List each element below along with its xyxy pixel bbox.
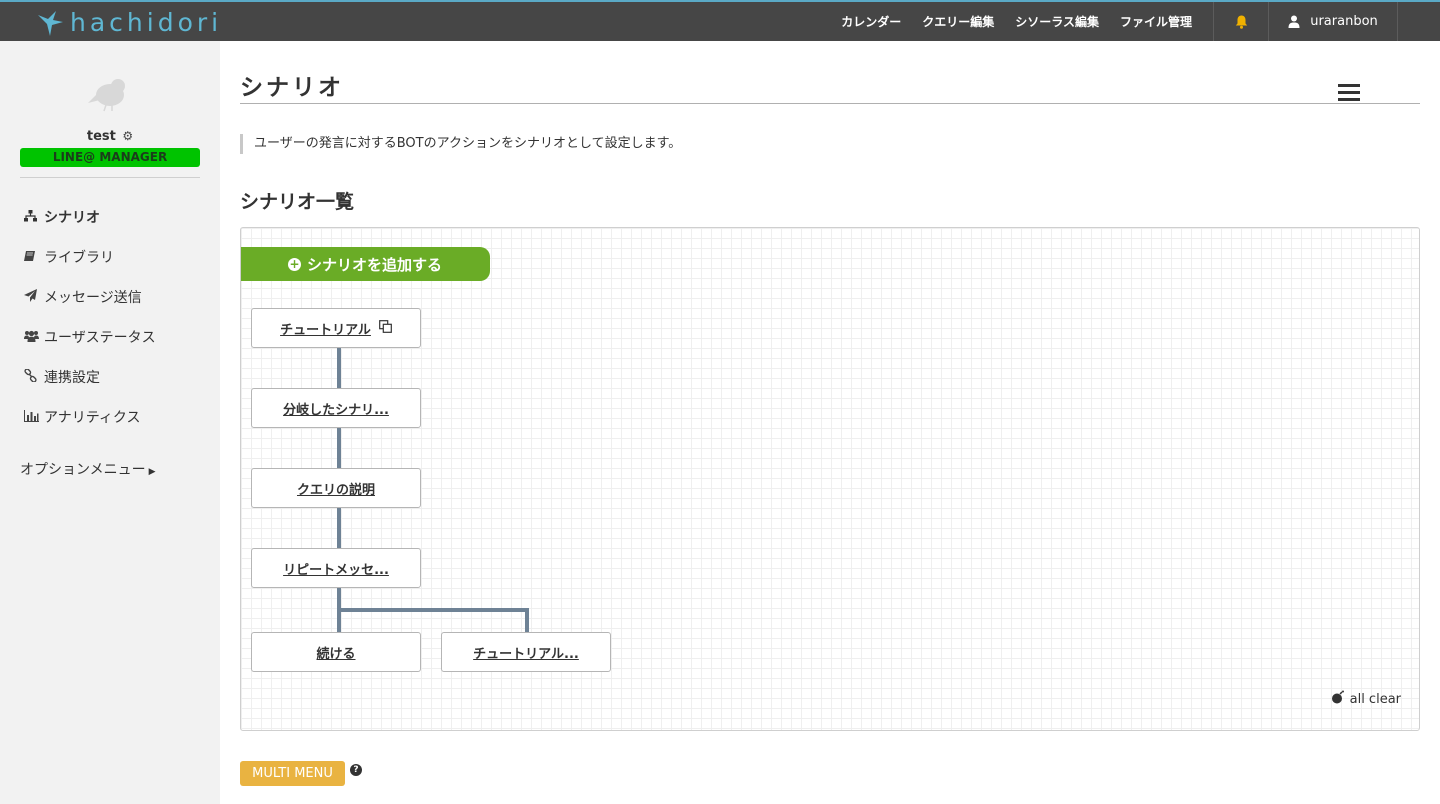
scenario-node[interactable]: リピートメッセ... (251, 548, 421, 588)
scenario-node[interactable]: クエリの説明 (251, 468, 421, 508)
scenario-node[interactable]: 分岐したシナリ... (251, 388, 421, 428)
user-icon (1288, 15, 1300, 28)
add-scenario-label: シナリオを追加する (306, 255, 442, 274)
sidebar-item-library[interactable]: ライブラリ (24, 237, 214, 277)
sidebar-item-label: ユーザステータス (44, 330, 156, 346)
flow-connector (337, 608, 529, 612)
top-navbar: hachidori カレンダー クエリー編集 シソーラス編集 ファイル管理 ur… (0, 0, 1440, 41)
sidebar-item-user-status[interactable]: ユーザステータス (24, 317, 214, 357)
hamburger-menu-icon[interactable] (1338, 84, 1360, 103)
sidebar-item-label: 連携設定 (44, 370, 100, 386)
multi-menu-button[interactable]: MULTI MENU (240, 761, 345, 786)
sitemap-icon (24, 209, 44, 225)
flow-connector (337, 508, 341, 548)
scenario-flow-canvas: + シナリオを追加する チュートリアル 分岐したシナリ... クエリの説明 リピ… (240, 227, 1420, 731)
nav-thesaurus-edit[interactable]: シソーラス編集 (1015, 13, 1099, 30)
sidebar-item-analytics[interactable]: アナリティクス (24, 397, 214, 437)
notification-button[interactable] (1214, 2, 1268, 41)
username-label: uraranbon (1310, 14, 1378, 29)
sidebar-divider (20, 177, 200, 178)
all-clear-label: all clear (1349, 691, 1401, 707)
copy-icon[interactable] (379, 319, 392, 337)
bar-chart-icon (24, 409, 44, 425)
book-icon (24, 250, 44, 265)
flow-connector (525, 608, 529, 632)
scenario-node[interactable]: 続ける (251, 632, 421, 672)
scenario-node[interactable]: チュートリアル... (441, 632, 611, 672)
question-circle-icon[interactable]: ? (350, 764, 362, 776)
nav-query-edit[interactable]: クエリー編集 (922, 13, 994, 30)
page-title: シナリオ (240, 75, 344, 101)
scenario-node[interactable]: チュートリアル (251, 308, 421, 348)
flow-connector (337, 428, 341, 468)
bell-icon (1235, 15, 1247, 29)
flow-connector (337, 348, 341, 388)
bird-avatar-icon (88, 79, 125, 112)
sidebar-item-scenario[interactable]: シナリオ (24, 197, 214, 237)
top-nav-links: カレンダー クエリー編集 シソーラス編集 ファイル管理 uraranbon (841, 2, 1440, 41)
sidebar-item-label: アナリティクス (44, 410, 141, 426)
sidebar-item-send-message[interactable]: メッセージ送信 (24, 277, 214, 317)
caret-right-icon: ▶ (148, 467, 156, 477)
gear-icon[interactable]: ⚙ (122, 129, 133, 143)
scenario-node-label: チュートリアル (280, 322, 371, 338)
sidebar-item-label: シナリオ (44, 210, 100, 226)
add-scenario-button[interactable]: + シナリオを追加する (241, 247, 490, 281)
brand-logo[interactable]: hachidori (36, 5, 222, 39)
users-icon (24, 330, 44, 345)
all-clear-button[interactable]: all clear (1331, 690, 1401, 708)
link-icon (24, 368, 44, 385)
sidebar: test ⚙ LINE@ MANAGER シナリオ ライブラリ メッセージ送信 (0, 41, 220, 804)
page-description: ユーザーの発言に対するBOTのアクションをシナリオとして設定します。 (240, 134, 681, 154)
hummingbird-logo-icon (38, 11, 63, 36)
user-menu[interactable]: uraranbon (1269, 2, 1397, 41)
paper-plane-icon (24, 289, 44, 305)
nav-file-management[interactable]: ファイル管理 (1120, 13, 1192, 30)
section-title: シナリオ一覧 (240, 191, 355, 213)
plus-circle-icon: + (287, 256, 301, 271)
option-menu-label: オプションメニュー (20, 462, 146, 478)
sidebar-item-label: メッセージ送信 (44, 290, 142, 306)
brand-name: hachidori (70, 7, 223, 37)
option-menu-toggle[interactable]: オプションメニュー ▶ (20, 459, 156, 479)
title-divider (240, 103, 1420, 104)
nav-calendar[interactable]: カレンダー (841, 13, 901, 30)
sidebar-item-integration[interactable]: 連携設定 (24, 357, 214, 397)
sidebar-nav: シナリオ ライブラリ メッセージ送信 ユーザステータス 連携設定 アナリティクス (24, 197, 214, 437)
account-name: test ⚙ (86, 129, 134, 144)
line-manager-badge[interactable]: LINE@ MANAGER (20, 148, 200, 167)
bomb-icon (1331, 690, 1345, 708)
sidebar-item-label: ライブラリ (44, 250, 114, 266)
